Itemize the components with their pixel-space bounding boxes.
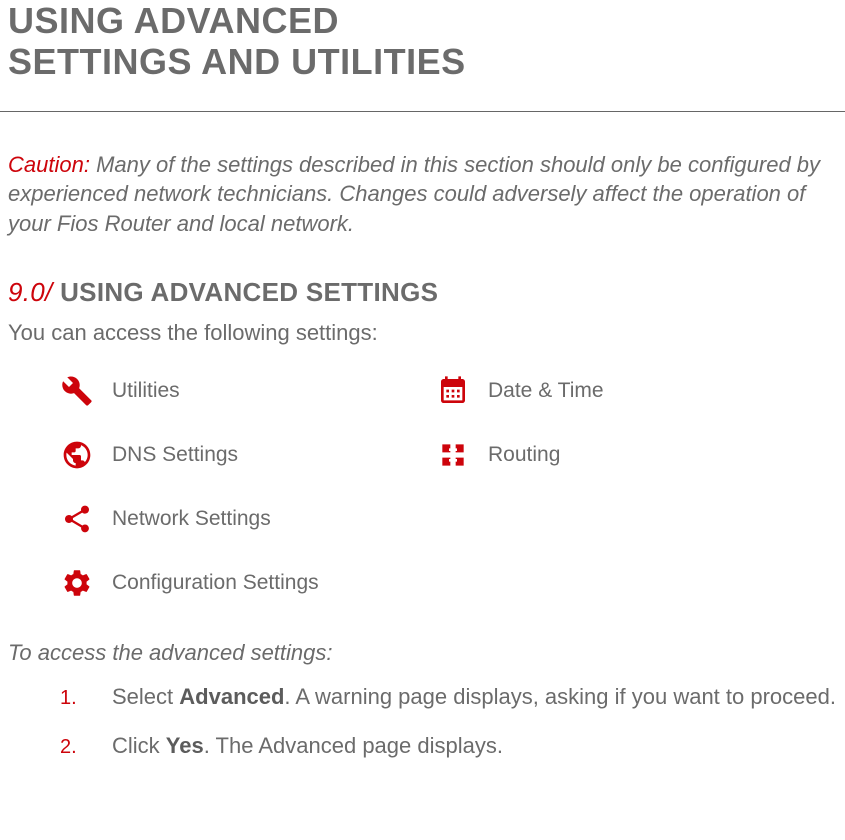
globe-icon	[60, 438, 94, 472]
item-configuration-settings: Configuration Settings	[60, 566, 416, 600]
item-label: Routing	[488, 443, 560, 467]
title-line-1: USING ADVANCED	[8, 0, 339, 41]
settings-icon-grid: Utilities Date & Time DNS Settings Routi…	[0, 374, 800, 600]
item-label: DNS Settings	[112, 443, 238, 467]
routing-icon	[436, 438, 470, 472]
item-label: Utilities	[112, 379, 180, 403]
section-title: USING ADVANCED SETTINGS	[53, 277, 439, 307]
item-utilities: Utilities	[60, 374, 416, 408]
section-number: 9.0/	[8, 277, 53, 307]
calendar-icon	[436, 374, 470, 408]
item-network-settings: Network Settings	[60, 502, 416, 536]
item-date-time: Date & Time	[436, 374, 792, 408]
section-heading: 9.0/ USING ADVANCED SETTINGS	[0, 277, 845, 320]
advanced-keyword: Advanced	[179, 684, 284, 709]
item-label: Configuration Settings	[112, 571, 319, 595]
caution-label: Caution:	[8, 152, 90, 177]
item-label: Date & Time	[488, 379, 604, 403]
tools-icon	[60, 374, 94, 408]
access-subheading: To access the advanced settings:	[0, 640, 845, 682]
step-2: Click Yes. The Advanced page displays.	[60, 731, 837, 762]
share-icon	[60, 502, 94, 536]
step-1: Select Advanced. A warning page displays…	[60, 682, 837, 713]
title-line-2: SETTINGS AND UTILITIES	[8, 41, 466, 82]
yes-keyword: Yes	[166, 733, 204, 758]
intro-text: You can access the following settings:	[0, 320, 845, 374]
item-label: Network Settings	[112, 507, 271, 531]
caution-text: Many of the settings described in this s…	[8, 152, 820, 236]
item-routing: Routing	[436, 438, 792, 472]
gear-icon	[60, 566, 94, 600]
page-title: USING ADVANCED SETTINGS AND UTILITIES	[0, 0, 845, 111]
item-dns-settings: DNS Settings	[60, 438, 416, 472]
divider	[0, 111, 845, 112]
caution-paragraph: Caution: Many of the settings described …	[0, 150, 845, 277]
steps-list: Select Advanced. A warning page displays…	[0, 682, 845, 762]
